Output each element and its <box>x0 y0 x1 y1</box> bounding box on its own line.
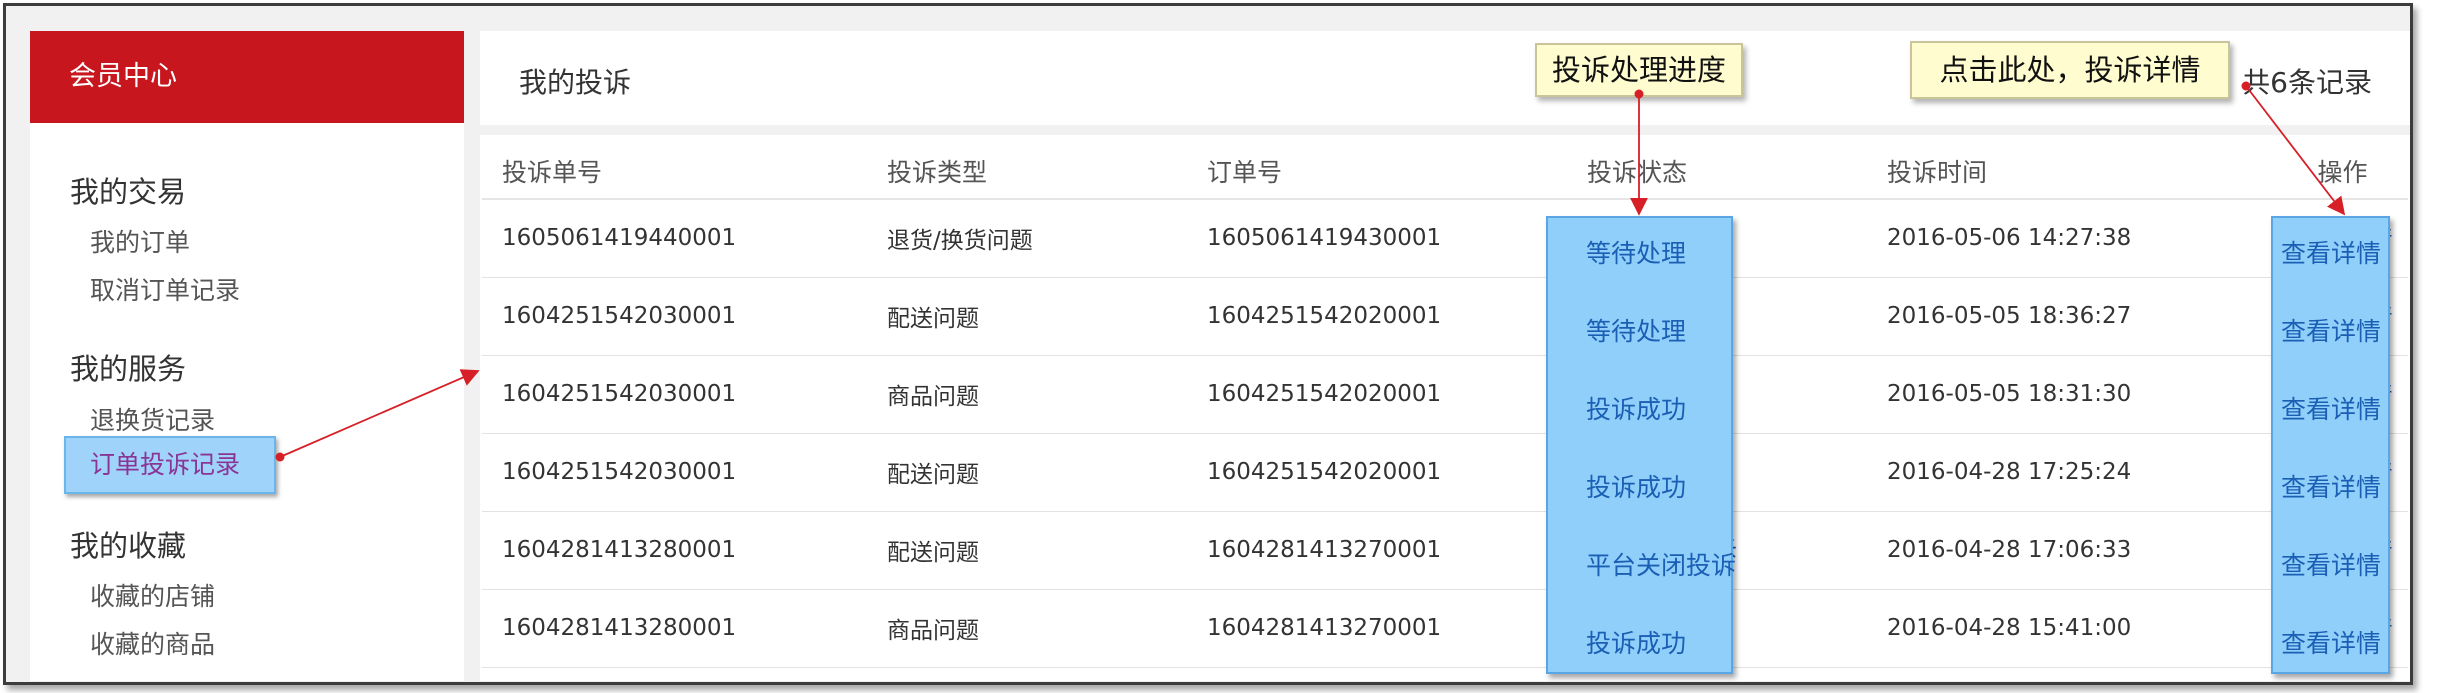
cell-type: 退货/换货问题 <box>867 199 1187 278</box>
view-detail-link[interactable]: 查看详情 <box>2281 234 2381 270</box>
table-row: 1604251542030001 配送问题 1604251542020001 等… <box>482 277 2408 356</box>
table-row: 1605061419440001 退货/换货问题 160506141943000… <box>482 199 2408 278</box>
cell-time: 2016-04-28 17:06:33 <box>1867 511 2277 590</box>
cell-complaint-id: 1604281413280001 <box>482 511 867 590</box>
main-panel: 我的投诉 共6条记录 投诉单号 投诉类型 订单号 投诉状态 投诉时间 操作 16… <box>480 31 2410 681</box>
highlight-status-text: 投诉成功 <box>1586 629 1687 658</box>
column-header-time: 投诉时间 <box>1867 143 2277 200</box>
callout-view-detail: 点击此处，投诉详情 <box>1910 41 2230 99</box>
cell-type: 配送问题 <box>867 277 1187 356</box>
view-detail-link[interactable]: 查看详情 <box>2281 312 2381 348</box>
view-detail-link[interactable]: 查看详情 <box>2281 468 2381 504</box>
cell-order-no: 1604251542020001 <box>1187 277 1567 356</box>
column-header-action: 操作 <box>2277 143 2408 200</box>
table-row: 1604251542030001 商品问题 1604251542020001 投… <box>482 355 2408 434</box>
table-row: 1604281413280001 商品问题 1604281413270001 投… <box>482 589 2408 668</box>
screenshot-frame: 会员中心 我的交易 我的订单 取消订单记录 我的服务 退换货记录 订单投诉记录 … <box>3 3 2413 685</box>
highlight-status-text: 等待处理 <box>1586 239 1687 268</box>
sidebar-group-trade: 我的交易 <box>70 175 187 209</box>
highlight-status-text: 等待处理 <box>1586 317 1687 346</box>
sidebar-item-fav-shops[interactable]: 收藏的店铺 <box>90 577 215 613</box>
table-header-row: 投诉单号 投诉类型 订单号 投诉状态 投诉时间 操作 <box>482 143 2408 200</box>
highlight-status-text: 投诉成功 <box>1586 473 1687 502</box>
cell-type: 配送问题 <box>867 511 1187 590</box>
cell-time: 2016-05-05 18:31:30 <box>1867 355 2277 434</box>
callout-status-progress: 投诉处理进度 <box>1535 43 1743 97</box>
view-detail-link[interactable]: 查看详情 <box>2281 546 2381 582</box>
cell-time: 2016-04-28 17:25:24 <box>1867 433 2277 512</box>
cell-type: 商品问题 <box>867 589 1187 668</box>
cell-order-no: 1604281413270001 <box>1187 589 1567 668</box>
cell-order-no: 1604251542020001 <box>1187 355 1567 434</box>
cell-complaint-id: 1604251542030001 <box>482 355 867 434</box>
cell-time: 2016-04-28 15:41:00 <box>1867 589 2277 668</box>
table-row: 1604251542030001 配送问题 1604251542020001 投… <box>482 433 2408 512</box>
cell-type: 配送问题 <box>867 433 1187 512</box>
sidebar-item-complaints[interactable]: 订单投诉记录 <box>64 436 276 494</box>
sidebar-item-my-orders[interactable]: 我的订单 <box>90 223 190 259</box>
cell-order-no: 1605061419430001 <box>1187 199 1567 278</box>
record-count: 共6条记录 <box>2242 66 2372 99</box>
column-header-complaint-id: 投诉单号 <box>482 143 867 200</box>
cell-order-no: 1604251542020001 <box>1187 433 1567 512</box>
sidebar-item-fav-products[interactable]: 收藏的商品 <box>90 625 215 661</box>
highlight-status-text: 投诉成功 <box>1586 395 1687 424</box>
highlight-status-text: 平台关闭投诉 <box>1586 551 1737 580</box>
divider <box>480 125 2410 135</box>
column-header-type: 投诉类型 <box>867 143 1187 200</box>
complaints-table: 投诉单号 投诉类型 订单号 投诉状态 投诉时间 操作 1605061419440… <box>482 143 2408 668</box>
sidebar-group-favorites: 我的收藏 <box>70 529 187 563</box>
cell-complaint-id: 1605061419440001 <box>482 199 867 278</box>
cell-order-no: 1604281413270001 <box>1187 511 1567 590</box>
sidebar-item-cancelled-orders[interactable]: 取消订单记录 <box>90 271 240 307</box>
cell-time: 2016-05-06 14:27:38 <box>1867 199 2277 278</box>
column-header-order-no: 订单号 <box>1187 143 1567 200</box>
view-detail-link[interactable]: 查看详情 <box>2281 624 2381 660</box>
cell-complaint-id: 1604281413280001 <box>482 589 867 668</box>
cell-complaint-id: 1604251542030001 <box>482 277 867 356</box>
cell-complaint-id: 1604251542030001 <box>482 433 867 512</box>
table-row: 1604281413280001 配送问题 1604281413270001 平… <box>482 511 2408 590</box>
sidebar: 会员中心 我的交易 我的订单 取消订单记录 我的服务 退换货记录 订单投诉记录 … <box>30 31 464 681</box>
sidebar-group-service: 我的服务 <box>70 352 187 386</box>
sidebar-item-returns[interactable]: 退换货记录 <box>90 401 215 437</box>
page-title: 我的投诉 <box>519 66 632 99</box>
cell-time: 2016-05-05 18:36:27 <box>1867 277 2277 356</box>
view-detail-link[interactable]: 查看详情 <box>2281 390 2381 426</box>
column-header-status: 投诉状态 <box>1567 143 1867 200</box>
sidebar-header: 会员中心 <box>30 31 464 123</box>
cell-type: 商品问题 <box>867 355 1187 434</box>
